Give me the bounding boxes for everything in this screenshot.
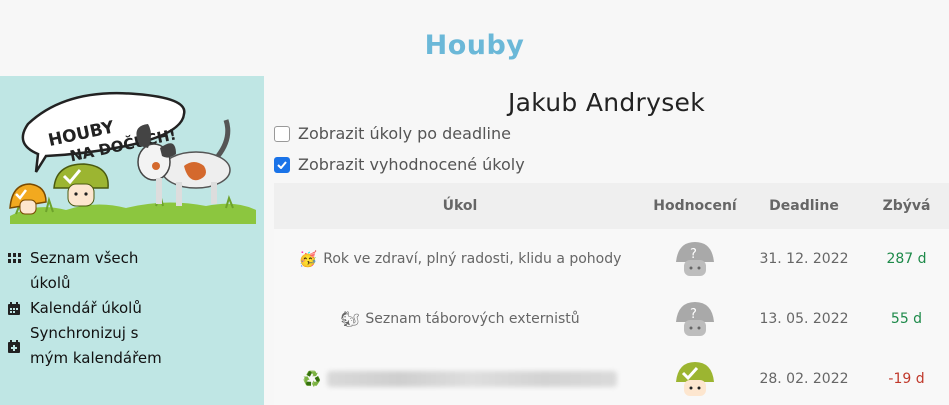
houby-logo: HOUBY NA DOČUCH! (9, 91, 256, 224)
task-title-blurred (327, 371, 618, 387)
svg-text:?: ? (690, 307, 697, 322)
app-title: Houby (424, 30, 525, 61)
recycle-emoji-icon: ♻️ (302, 370, 322, 388)
sidebar-item-calendar[interactable]: Kalendář úkolů (8, 296, 258, 321)
party-emoji-icon: 🥳 (298, 250, 318, 268)
sidebar-nav: Seznam všech úkolů Kalendář úkolů Synchr… (8, 246, 258, 371)
user-name: Jakub Andrysek (507, 88, 706, 117)
squirrel-emoji-icon: 🐿 (340, 310, 360, 328)
rating-cell: ? (646, 298, 744, 340)
sidebar-item-label: Kalendář úkolů (30, 299, 142, 317)
column-header-task[interactable]: Úkol (274, 198, 646, 214)
filter-after-deadline[interactable]: Zobrazit úkoly po deadline (274, 124, 511, 143)
mushroom-done-icon (676, 362, 714, 396)
mushroom-unrated-icon: ? (676, 242, 714, 276)
main-content: Jakub Andrysek Zobrazit úkoly po deadlin… (264, 76, 949, 405)
filter-label: Zobrazit úkoly po deadline (298, 124, 511, 143)
table-row[interactable]: 🥳 Rok ve zdraví, plný radosti, klidu a p… (274, 229, 949, 289)
task-title: Seznam táborových externistů (365, 311, 580, 327)
tasks-table: Úkol Hodnocení Deadline Zbývá 🥳 Rok ve z… (274, 183, 949, 405)
calendar-icon (8, 296, 30, 321)
sidebar-item-all-tasks[interactable]: Seznam všech úkolů (8, 246, 258, 296)
checkbox-evaluated[interactable] (274, 156, 290, 173)
remaining-cell: 287 d (886, 251, 927, 267)
svg-text:?: ? (690, 247, 697, 262)
remaining-cell: -19 d (888, 371, 925, 387)
column-header-remaining[interactable]: Zbývá (864, 198, 949, 214)
deadline-cell: 13. 05. 2022 (759, 311, 849, 327)
mushroom-green-illustration (53, 163, 109, 207)
column-header-deadline[interactable]: Deadline (744, 198, 864, 214)
sidebar: HOUBY NA DOČUCH! Seznam všech úkolů Kale… (0, 76, 264, 405)
mushroom-unrated-icon: ? (676, 302, 714, 336)
table-header: Úkol Hodnocení Deadline Zbývá (274, 183, 949, 229)
table-row[interactable]: 🐿 Seznam táborových externistů ? 13. 05.… (274, 289, 949, 349)
deadline-cell: 31. 12. 2022 (759, 251, 849, 267)
dog-illustration (136, 119, 231, 206)
task-cell[interactable]: 🥳 Rok ve zdraví, plný radosti, klidu a p… (274, 250, 646, 268)
grid-icon (8, 246, 30, 271)
rating-cell (646, 358, 744, 400)
deadline-cell: 28. 02. 2022 (759, 371, 849, 387)
rating-cell: ? (646, 238, 744, 280)
checkbox-after-deadline[interactable] (274, 125, 290, 142)
task-cell[interactable]: ♻️ (274, 370, 646, 388)
sidebar-item-label: Seznam všech úkolů (30, 249, 139, 292)
filter-evaluated[interactable]: Zobrazit vyhodnocené úkoly (274, 155, 525, 174)
sidebar-item-label: Synchronizuj s mým kalendářem (30, 324, 162, 367)
task-title: Rok ve zdraví, plný radosti, klidu a poh… (323, 251, 622, 267)
column-header-rating[interactable]: Hodnocení (646, 198, 744, 214)
calendar-add-icon (8, 321, 30, 371)
task-cell[interactable]: 🐿 Seznam táborových externistů (274, 310, 646, 328)
remaining-cell: 55 d (890, 311, 923, 327)
filter-label: Zobrazit vyhodnocené úkoly (298, 155, 525, 174)
table-row[interactable]: ♻️ 28. 02. 2022 -19 d (274, 349, 949, 405)
sidebar-item-sync-calendar[interactable]: Synchronizuj s mým kalendářem (8, 321, 258, 371)
